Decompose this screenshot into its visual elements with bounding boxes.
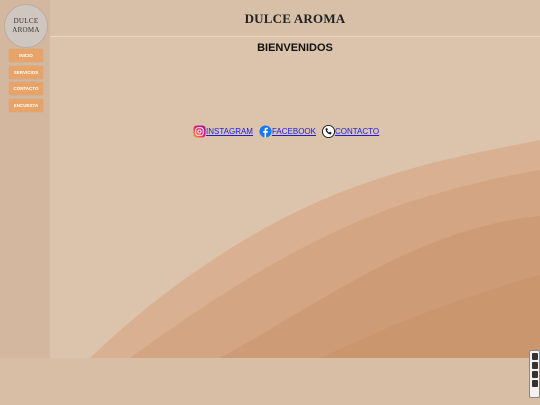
- facebook-link[interactable]: FACEBOOK: [272, 127, 316, 136]
- header: DULCE AROMA: [50, 0, 540, 37]
- widget-glyph-icon: [531, 380, 538, 387]
- nav-item-inicio[interactable]: INICIO: [9, 49, 43, 62]
- sidebar: DULCE AROMA INICIO SERVICIOS CONTACTO EN…: [0, 0, 50, 405]
- nav-item-servicios[interactable]: SERVICIOS: [9, 65, 43, 79]
- nav-item-contacto[interactable]: CONTACTO: [9, 82, 43, 95]
- logo-line-2: AROMA: [12, 26, 40, 34]
- instagram-icon: [193, 125, 206, 138]
- instagram-link[interactable]: INSTAGRAM: [206, 127, 253, 136]
- logo[interactable]: DULCE AROMA: [4, 4, 48, 48]
- phone-icon: [321, 125, 335, 138]
- facebook-icon: [259, 125, 272, 138]
- nav-item-encuesta[interactable]: ENCUESTA: [9, 98, 43, 112]
- side-widget-tab[interactable]: [529, 350, 540, 398]
- widget-glyph-icon: [531, 362, 538, 369]
- brand-title: DULCE AROMA: [244, 11, 346, 26]
- welcome-heading: BIENVENIDOS: [257, 42, 333, 54]
- sidebar-nav: INICIO SERVICIOS CONTACTO ENCUESTA: [9, 49, 43, 115]
- background-art: [0, 0, 540, 405]
- social-links: INSTAGRAM FACEBOOK CONTACTO: [193, 125, 379, 138]
- logo-line-1: DULCE: [13, 17, 39, 25]
- widget-glyph-icon: [531, 353, 538, 360]
- contact-link[interactable]: CONTACTO: [335, 127, 379, 136]
- widget-glyph-icon: [531, 371, 538, 378]
